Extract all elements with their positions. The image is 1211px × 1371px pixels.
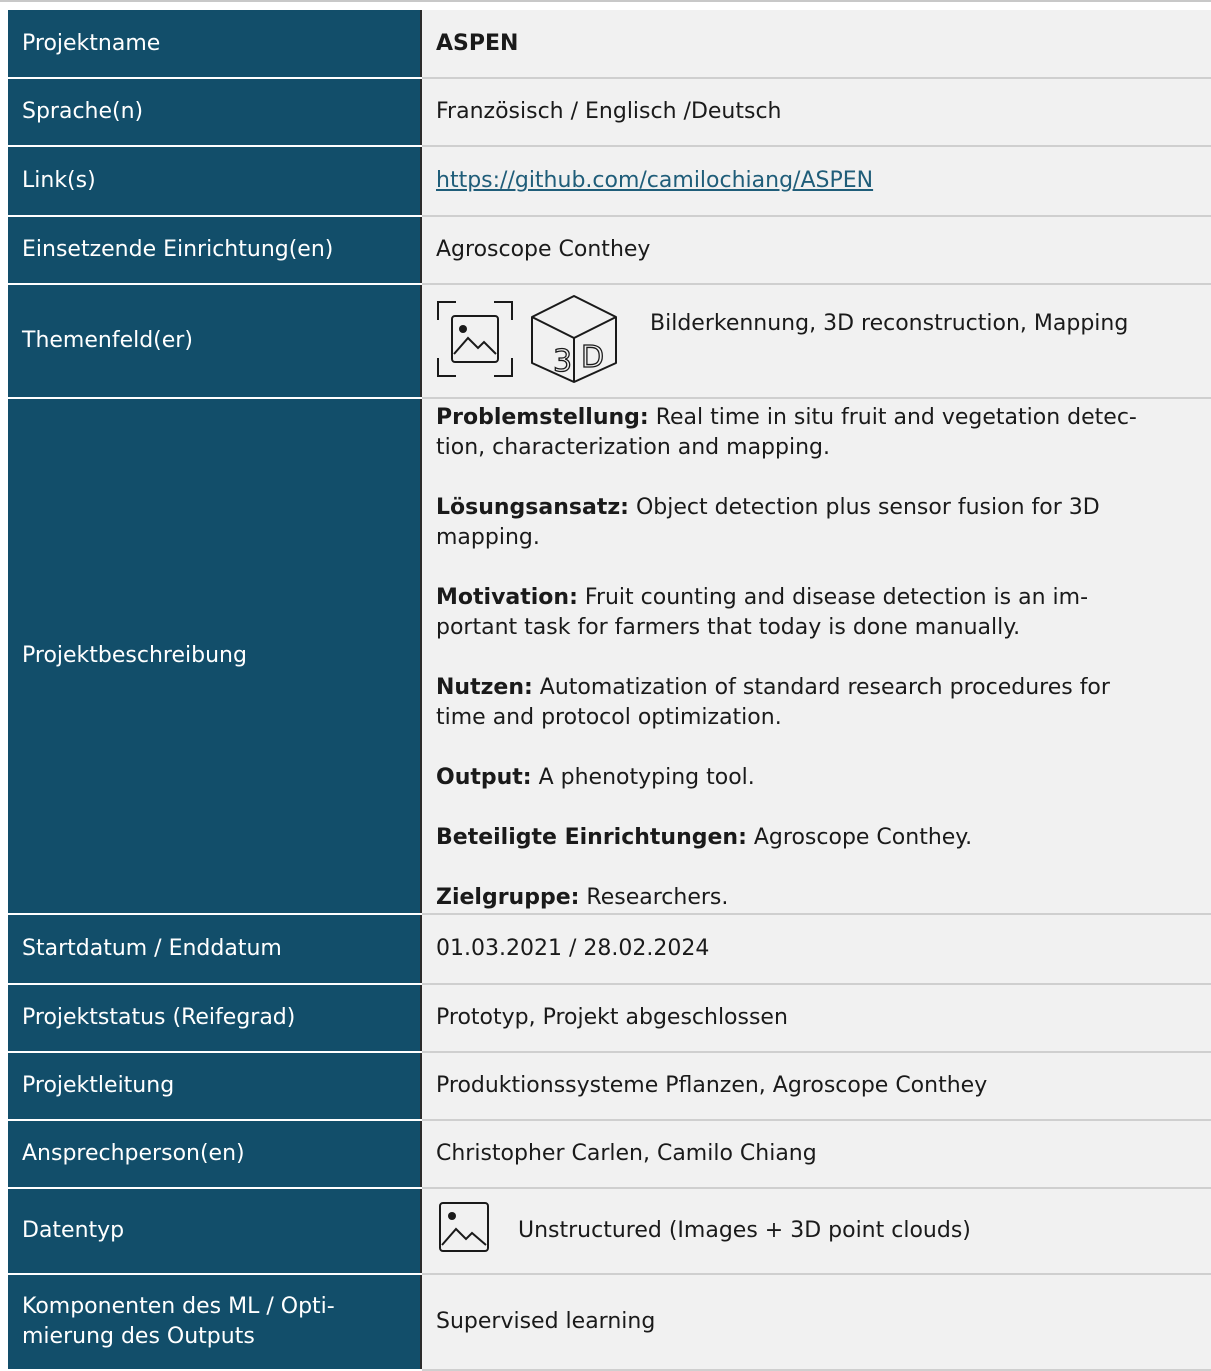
topics-cell: 3 D Bilderkennung, 3D reconstruction, Ma… [421, 284, 1211, 399]
languages-value: Französisch / Englisch /Deutsch [421, 78, 1211, 147]
table-row: Ansprechperson(en) Christopher Carlen, C… [8, 1120, 1211, 1189]
page: Projektname ASPEN Sprache(n) Französisch… [0, 0, 1211, 1371]
row-label: Einsetzende Einrichtung(en) [8, 216, 422, 285]
row-label: Startdatum / Enddatum [8, 914, 422, 985]
link-cell: https://github.com/camilochiang/ASPEN [421, 146, 1211, 217]
row-label: Komponenten des ML / Opti-mierung des Ou… [8, 1274, 422, 1371]
table-row: Startdatum / Enddatum 01.03.2021 / 28.02… [8, 914, 1211, 985]
ml-components-value: Supervised learning [421, 1274, 1211, 1371]
status-value: Prototyp, Projekt abgeschlossen [421, 984, 1211, 1053]
row-label: Projektbeschreibung [8, 398, 422, 915]
row-label: Projektleitung [8, 1052, 422, 1121]
table-row: Datentyp Unstructured (Images + 3D point… [8, 1188, 1211, 1275]
description-zielgruppe: Zielgruppe: Researchers. [436, 885, 729, 910]
table-row: Projektleitung Produktionssysteme Pflanz… [8, 1052, 1211, 1121]
svg-text:D: D [581, 340, 604, 375]
table-row: Sprache(n) Französisch / Englisch /Deuts… [8, 78, 1211, 147]
table-row: Einsetzende Einrichtung(en) Agroscope Co… [8, 216, 1211, 285]
row-label: Projektstatus (Reifegrad) [8, 984, 422, 1053]
image-icon [436, 1199, 492, 1264]
datatype-cell: Unstructured (Images + 3D point clouds) [421, 1188, 1211, 1275]
project-info-table: Projektname ASPEN Sprache(n) Französisch… [8, 10, 1211, 1371]
datatype-value: Unstructured (Images + 3D point clouds) [518, 1218, 971, 1243]
project-description: Problemstellung: Real time in situ fruit… [421, 398, 1211, 915]
table-row: Link(s) https://github.com/camilochiang/… [8, 146, 1211, 217]
row-label: Ansprechperson(en) [8, 1120, 422, 1189]
description-beteiligte: Beteiligte Einrichtungen: Agroscope Cont… [436, 825, 973, 850]
table-row: Projektname ASPEN [8, 10, 1211, 79]
description-motivation: Motivation: Fruit counting and disease d… [436, 585, 1089, 640]
description-output: Output: A phenotyping tool. [436, 765, 755, 790]
table-row: Themenfeld(er) 3 D Bilderkennung, 3D rec… [8, 284, 1211, 399]
contacts-value: Christopher Carlen, Camilo Chiang [421, 1120, 1211, 1189]
row-label: Link(s) [8, 146, 422, 217]
svg-text:3: 3 [553, 344, 572, 379]
row-label: Themenfeld(er) [8, 284, 422, 399]
lead-value: Produktionssysteme Pflanzen, Agroscope C… [421, 1052, 1211, 1121]
row-label: Sprache(n) [8, 78, 422, 147]
table-row: Projektstatus (Reifegrad) Prototyp, Proj… [8, 984, 1211, 1053]
row-label: Projektname [8, 10, 422, 79]
institution-value: Agroscope Conthey [421, 216, 1211, 285]
description-loesungsansatz: Lösungsansatz: Object detection plus sen… [436, 495, 1100, 550]
row-label: Datentyp [8, 1188, 422, 1275]
table-row: Komponenten des ML / Opti-mierung des Ou… [8, 1274, 1211, 1371]
topics-value: Bilderkennung, 3D reconstruction, Mappin… [650, 311, 1129, 336]
description-nutzen: Nutzen: Automatization of standard resea… [436, 675, 1110, 730]
3d-cube-icon: 3 D [528, 293, 620, 394]
dates-value: 01.03.2021 / 28.02.2024 [421, 914, 1211, 985]
description-problemstellung: Problemstellung: Real time in situ fruit… [436, 405, 1137, 460]
project-name: ASPEN [421, 10, 1211, 79]
table-row: Projektbeschreibung Problemstellung: Rea… [8, 398, 1211, 915]
github-link[interactable]: https://github.com/camilochiang/ASPEN [436, 168, 873, 193]
image-recognition-icon [436, 300, 514, 387]
